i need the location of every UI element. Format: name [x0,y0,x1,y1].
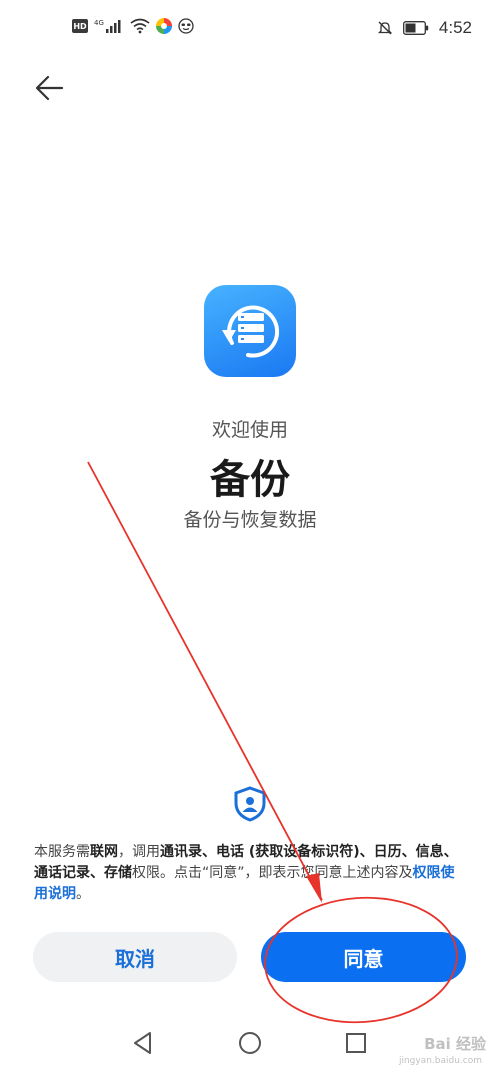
battery-icon [402,21,429,35]
notice-text: 权限。点击“同意”，即表示您同意上述内容及 [132,865,413,881]
status-left-icons: HD 4G [72,18,194,34]
bell-muted-icon [377,21,392,35]
square-recent-icon[interactable] [343,1030,369,1056]
face-notification-icon [178,18,194,34]
page-subtitle: 备份与恢复数据 [183,509,317,531]
status-bar: HD 4G 4:52 [0,0,500,58]
cancel-button[interactable]: 取消 [33,932,237,982]
status-time: 4:52 [438,18,472,37]
triangle-back-icon[interactable] [130,1030,156,1056]
annotation-overlay [87,461,458,1024]
notice-emphasis-network: 联网 [90,844,118,860]
wifi-icon [130,18,150,34]
watermark-url: jingyan.baidu.com [398,1056,482,1066]
watermark: Bai 经验 [424,1035,486,1053]
network-type: 4G [94,19,104,27]
permission-notice: 本服务需联网，调用通讯录、电话 (获取设备标识符)、日历、信息、通话记录、存储权… [34,842,466,905]
notice-text: 。 [76,886,90,902]
shield-user-icon [234,786,266,822]
back-arrow-icon [35,75,64,101]
app-notification-icon [156,18,172,34]
notice-text: 本服务需 [34,844,90,860]
hd-icon: HD [72,19,88,33]
notice-text: ，调用 [118,844,160,860]
backup-app-icon [204,285,296,377]
page-title: 备份 [210,457,290,503]
signal-icon: 4G [94,19,121,33]
privacy-badge [233,786,267,822]
agree-button[interactable]: 同意 [261,932,466,982]
welcome-text: 欢迎使用 [211,419,288,441]
status-right-icons: 4:52 [377,18,472,38]
back-button[interactable] [28,68,68,108]
backup-icon [222,305,280,358]
circle-home-icon[interactable] [237,1030,263,1056]
